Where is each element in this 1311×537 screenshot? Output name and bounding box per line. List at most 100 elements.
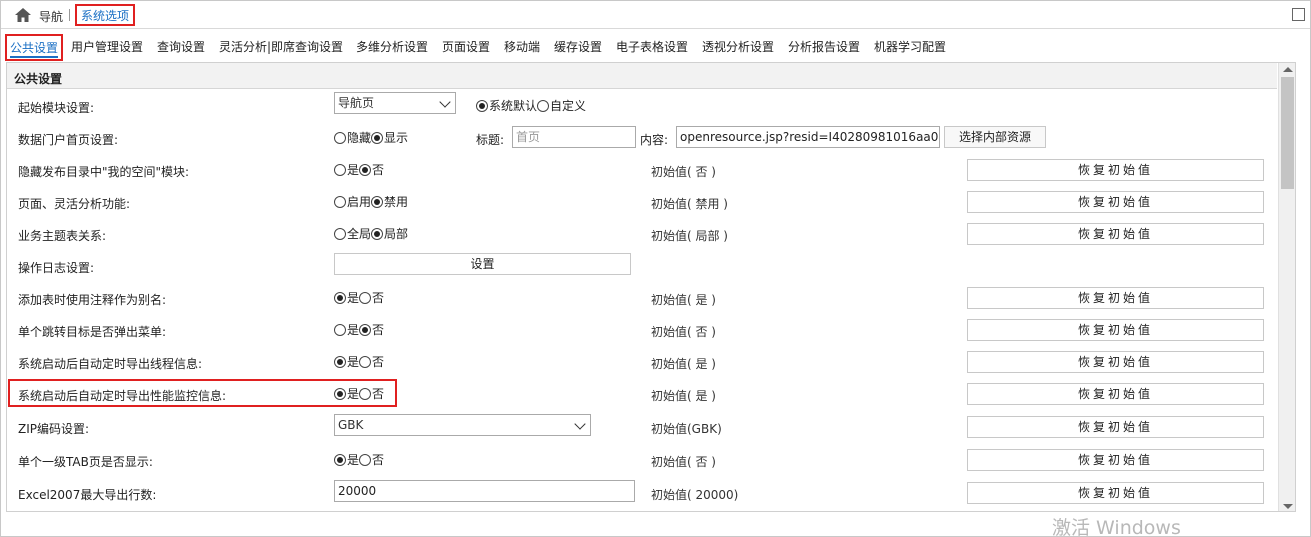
radio-yes[interactable]: [334, 453, 346, 466]
restore-default-button[interactable]: 恢复初始值: [967, 287, 1264, 309]
biz-theme-options: 全局 局部: [334, 225, 408, 242]
restore-default-button[interactable]: 恢复初始值: [967, 383, 1264, 405]
nav-home-link[interactable]: 导航: [39, 8, 63, 25]
chevron-down-icon: [574, 418, 586, 430]
scroll-thumb[interactable]: [1281, 77, 1294, 189]
option-label: 否: [372, 323, 385, 337]
restore-default-button[interactable]: 恢复初始值: [967, 482, 1264, 504]
tab-flexible-analysis[interactable]: 灵活分析|即席查询设置: [219, 38, 343, 55]
scroll-up-icon[interactable]: [1283, 67, 1293, 72]
tab-cache-settings[interactable]: 缓存设置: [554, 38, 602, 55]
option-label: 是: [347, 355, 360, 369]
content-label: 内容:: [640, 133, 669, 147]
radio-no[interactable]: [359, 323, 372, 336]
panel-title: 公共设置: [14, 72, 63, 86]
option-label: 禁用: [384, 195, 409, 209]
row-add-table-alias: 添加表时使用注释作为别名: 是 否 初始值( 是 ) 恢复初始值: [7, 282, 1277, 314]
radio-global[interactable]: [334, 227, 346, 240]
option-label: 否: [372, 387, 385, 401]
row-label: ZIP编码设置:: [18, 422, 90, 436]
row-label: 隐藏发布目录中"我的空间"模块:: [18, 165, 190, 179]
restore-default-button[interactable]: 恢复初始值: [967, 319, 1264, 341]
radio-hide[interactable]: [334, 131, 346, 144]
row-start-module: 起始模块设置: 导航页 系统默认 自定义: [7, 90, 1277, 122]
restore-default-button[interactable]: 恢复初始值: [967, 191, 1264, 213]
initial-value: 初始值( 是 ): [651, 293, 716, 307]
single-jump-options: 是 否: [334, 321, 384, 338]
tab-query-settings[interactable]: 查询设置: [157, 38, 205, 55]
radio-no[interactable]: [359, 163, 372, 176]
portal-content-input[interactable]: openresource.jsp?resid=I40280981016aa032…: [676, 126, 940, 148]
radio-yes[interactable]: [334, 323, 346, 336]
restore-default-button[interactable]: 恢复初始值: [967, 449, 1264, 471]
option-label: 自定义: [550, 99, 587, 113]
zip-encoding-select[interactable]: GBK: [334, 414, 591, 436]
home-icon[interactable]: [15, 8, 31, 22]
tab-user-management[interactable]: 用户管理设置: [71, 38, 143, 55]
tab-olap-settings[interactable]: 多维分析设置: [356, 38, 428, 55]
tab-pivot-settings[interactable]: 透视分析设置: [702, 38, 774, 55]
radio-yes[interactable]: [334, 387, 346, 400]
maximize-icon[interactable]: [1292, 8, 1305, 21]
option-label: 否: [372, 291, 385, 305]
restore-default-button[interactable]: 恢复初始值: [967, 351, 1264, 373]
select-value: GBK: [338, 418, 364, 432]
initial-value: 初始值( 局部 ): [651, 229, 728, 243]
radio-yes[interactable]: [334, 355, 346, 368]
row-performance-export: 系统启动后自动定时导出性能监控信息: 是 否 初始值( 是 ) 恢复初始值: [7, 378, 1277, 410]
option-label: 是: [347, 163, 360, 177]
option-label: 是: [347, 453, 360, 467]
restore-default-button[interactable]: 恢复初始值: [967, 223, 1264, 245]
radio-custom[interactable]: [537, 99, 550, 112]
settings-tabs: 公共设置 用户管理设置 查询设置 灵活分析|即席查询设置 多维分析设置 页面设置…: [1, 30, 1310, 61]
initial-value: 初始值( 是 ): [651, 389, 716, 403]
radio-no[interactable]: [359, 453, 372, 466]
tab-ml-settings[interactable]: 机器学习配置: [874, 38, 946, 55]
restore-default-button[interactable]: 恢复初始值: [967, 416, 1264, 438]
vertical-scrollbar[interactable]: [1278, 63, 1295, 511]
tab-mobile[interactable]: 移动端: [504, 38, 540, 55]
radio-yes[interactable]: [334, 291, 346, 304]
tab-public-settings[interactable]: 公共设置: [5, 34, 64, 61]
row-hide-my-space: 隐藏发布目录中"我的空间"模块: 是 否 初始值( 否 ) 恢复初始值: [7, 154, 1277, 186]
tab-system-options[interactable]: 系统选项: [75, 4, 136, 26]
row-page-function: 页面、灵活分析功能: 启用 禁用 初始值( 禁用 ) 恢复初始值: [7, 186, 1277, 218]
row-operation-log: 操作日志设置: 设置: [7, 250, 1277, 282]
excel-max-rows-input[interactable]: 20000: [334, 480, 635, 502]
row-label: Excel2007最大导出行数:: [18, 488, 157, 502]
radio-enable[interactable]: [334, 195, 346, 208]
thread-info-options: 是 否: [334, 353, 384, 370]
option-label: 全局: [347, 227, 372, 241]
row-label: 页面、灵活分析功能:: [18, 197, 131, 211]
row-label: 添加表时使用注释作为别名:: [18, 293, 167, 307]
option-label: 否: [372, 163, 385, 177]
radio-local[interactable]: [371, 227, 384, 240]
portal-title-input[interactable]: 首页: [512, 126, 636, 148]
radio-yes[interactable]: [334, 163, 346, 176]
row-label: 系统启动后自动定时导出线程信息:: [18, 357, 203, 371]
tab-report-settings[interactable]: 分析报告设置: [788, 38, 860, 55]
log-settings-button[interactable]: 设置: [334, 253, 631, 275]
row-label: 数据门户首页设置:: [18, 133, 119, 147]
radio-show[interactable]: [371, 131, 384, 144]
radio-disable[interactable]: [371, 195, 384, 208]
radio-system-default[interactable]: [476, 99, 488, 112]
select-value: 导航页: [338, 96, 375, 110]
top-nav-bar: 导航 系统选项: [1, 1, 1310, 29]
row-zip-encoding: ZIP编码设置: GBK 初始值(GBK) 恢复初始值: [7, 411, 1277, 443]
tab-page-settings[interactable]: 页面设置: [442, 38, 490, 55]
choose-resource-button[interactable]: 选择内部资源: [944, 126, 1046, 148]
start-module-select[interactable]: 导航页: [334, 92, 456, 114]
radio-no[interactable]: [359, 291, 372, 304]
radio-no[interactable]: [359, 355, 372, 368]
scroll-down-icon[interactable]: [1283, 504, 1293, 509]
panel-header: 公共设置: [7, 63, 1277, 89]
initial-value: 初始值(GBK): [651, 422, 722, 436]
option-label: 显示: [384, 131, 409, 145]
option-label: 启用: [347, 195, 372, 209]
row-single-tab-display: 单个一级TAB页是否显示: 是 否 初始值( 否 ) 恢复初始值: [7, 444, 1277, 476]
option-label: 否: [372, 453, 385, 467]
restore-default-button[interactable]: 恢复初始值: [967, 159, 1264, 181]
tab-spreadsheet-settings[interactable]: 电子表格设置: [616, 38, 688, 55]
radio-no[interactable]: [359, 387, 372, 400]
